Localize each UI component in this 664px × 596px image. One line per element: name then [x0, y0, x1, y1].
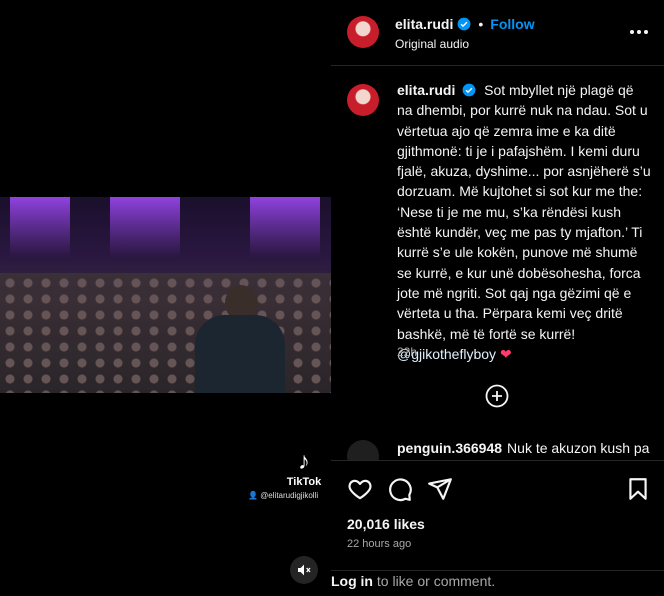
tiktok-watermark: ♪ TikTok: [284, 448, 324, 489]
paper-plane-icon[interactable]: [427, 476, 453, 502]
performer-image: [195, 285, 285, 393]
login-prompt: Log in to like or comment.: [331, 570, 664, 589]
header-username[interactable]: elita.rudi: [395, 16, 453, 32]
stage-light: [10, 197, 70, 257]
verified-badge-icon: [462, 83, 476, 97]
caption-avatar[interactable]: [347, 84, 379, 116]
separator-dot: •: [478, 16, 484, 32]
bookmark-icon[interactable]: [625, 476, 651, 502]
comment-body: Nuk te akuzon kush pa: [507, 440, 650, 456]
comment-username[interactable]: penguin.366948: [397, 440, 502, 456]
avatar[interactable]: [347, 16, 379, 48]
comment-avatar[interactable]: [347, 440, 379, 460]
login-prompt-text: to like or comment.: [373, 573, 496, 589]
follow-button[interactable]: Follow: [490, 16, 534, 32]
more-options-button[interactable]: [627, 22, 651, 42]
login-link[interactable]: Log in: [331, 573, 373, 589]
comment-row: penguin.366948 Nuk te akuzon kush pa: [331, 438, 664, 460]
stage-light: [110, 197, 180, 257]
stage-light: [250, 197, 320, 257]
comment-text: penguin.366948 Nuk te akuzon kush pa: [397, 440, 649, 456]
caption-timestamp[interactable]: 22h: [397, 345, 417, 359]
video-panel[interactable]: ♪ TikTok 👤 @elitarudigjikolli: [0, 0, 331, 596]
audio-link[interactable]: Original audio: [395, 37, 469, 51]
action-bar: [331, 460, 664, 510]
post-header: elita.rudi • Follow Original audio: [331, 0, 664, 66]
tiktok-handle: 👤 @elitarudigjikolli: [248, 491, 318, 500]
caption-username[interactable]: elita.rudi: [397, 82, 455, 98]
tiktok-handle-text: @elitarudigjikolli: [260, 491, 319, 500]
more-dot-icon: [630, 30, 634, 34]
header-user: elita.rudi • Follow: [395, 16, 535, 32]
video-frame[interactable]: [0, 197, 331, 393]
heart-emoji: ❤: [499, 345, 512, 362]
post-timestamp[interactable]: 22 hours ago: [347, 538, 411, 550]
caption-body: Sot mbyllet një plagë që na dhembi, por …: [397, 82, 651, 342]
post-side-panel: elita.rudi • Follow Original audio elita…: [331, 0, 664, 596]
like-count[interactable]: 20,016 likes: [347, 516, 425, 532]
load-more-comments-button[interactable]: [485, 384, 509, 408]
tiktok-label: TikTok: [286, 476, 322, 488]
mute-button[interactable]: [290, 556, 318, 584]
comment-bubble-icon[interactable]: [387, 476, 413, 502]
verified-badge-icon: [457, 17, 471, 31]
tiktok-icon: ♪: [298, 448, 310, 475]
more-dot-icon: [644, 30, 648, 34]
more-dot-icon: [637, 30, 641, 34]
caption-text: elita.rudi Sot mbyllet një plagë që na d…: [397, 80, 652, 364]
heart-outline-icon[interactable]: [347, 476, 373, 502]
speaker-muted-icon: [298, 564, 311, 576]
user-icon: 👤: [248, 491, 261, 500]
